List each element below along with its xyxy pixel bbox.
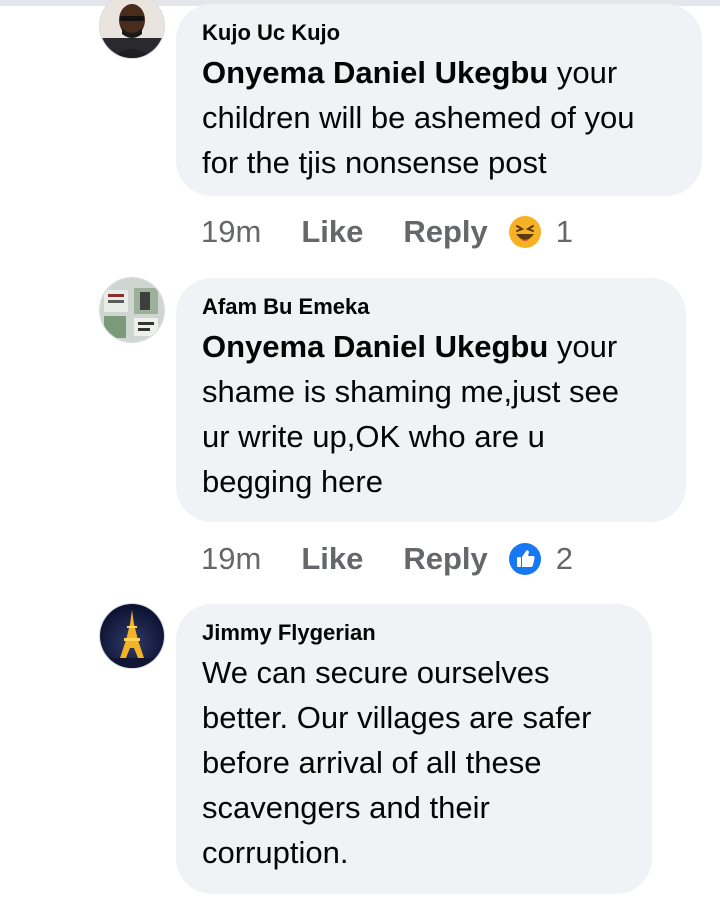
avatar[interactable] — [100, 278, 164, 342]
like-button[interactable]: Like — [301, 214, 363, 250]
comment-body: We can secure ourselves better. Our vill… — [202, 655, 592, 870]
avatar[interactable] — [100, 0, 164, 58]
comment-text: We can secure ourselves better. Our vill… — [202, 650, 626, 875]
like-reaction-icon — [508, 542, 542, 576]
comment-author[interactable]: Kujo Uc Kujo — [202, 18, 676, 48]
haha-reaction-icon — [508, 215, 542, 249]
reaction-count: 2 — [555, 541, 574, 576]
mention-link[interactable]: Onyema Daniel Ukegbu — [202, 55, 548, 90]
reaction-summary[interactable]: 1 — [508, 214, 573, 250]
comment-author[interactable]: Afam Bu Emeka — [202, 292, 660, 322]
comment-timestamp[interactable]: 19m — [201, 541, 261, 577]
comment-author[interactable]: Jimmy Flygerian — [202, 618, 626, 648]
comment-bubble: Afam Bu Emeka Onyema Daniel Ukegbu your … — [176, 278, 686, 522]
reply-button[interactable]: Reply — [403, 214, 487, 250]
reply-button[interactable]: Reply — [403, 541, 487, 577]
avatar[interactable] — [100, 604, 164, 668]
comment-bubble: Jimmy Flygerian We can secure ourselves … — [176, 604, 652, 894]
comment-text: Onyema Daniel Ukegbu your children will … — [202, 50, 676, 185]
reaction-count: 1 — [555, 214, 574, 249]
like-button[interactable]: Like — [301, 541, 363, 577]
comment-actions: 19m Like Reply 1 — [201, 210, 573, 254]
comment-timestamp[interactable]: 19m — [201, 214, 261, 250]
reaction-summary[interactable]: 2 — [508, 541, 573, 577]
comment-bubble: Kujo Uc Kujo Onyema Daniel Ukegbu your c… — [176, 4, 702, 196]
comment-actions: 19m Like Reply 2 — [201, 537, 573, 581]
mention-link[interactable]: Onyema Daniel Ukegbu — [202, 329, 548, 364]
comment-text: Onyema Daniel Ukegbu your shame is shami… — [202, 324, 660, 504]
